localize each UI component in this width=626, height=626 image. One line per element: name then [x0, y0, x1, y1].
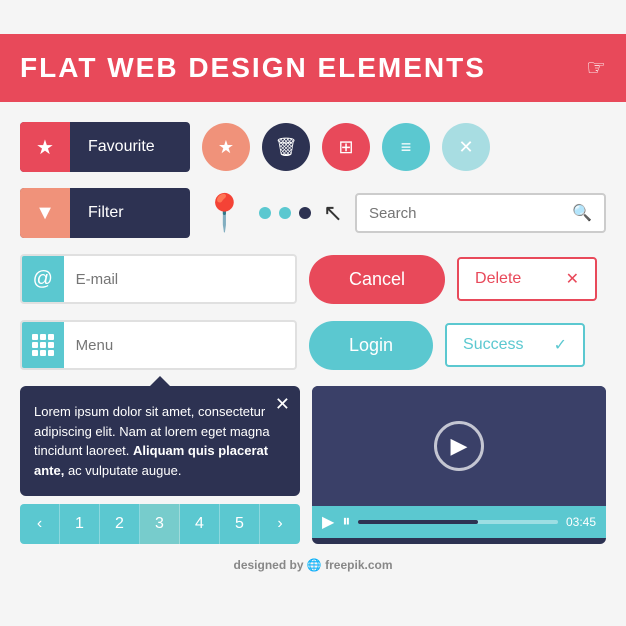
tooltip-text: Lorem ipsum dolor sit amet, consectetur …	[34, 402, 286, 480]
dot-2	[279, 207, 291, 219]
video-progress-bar[interactable]	[358, 520, 558, 524]
tooltip-close-button[interactable]: ✕	[275, 394, 290, 415]
row-4: Login Success ✓	[20, 320, 606, 370]
success-label: Success	[463, 336, 523, 354]
row-2: ▼ Filter 📍 ↖ 🔍	[20, 188, 606, 238]
pagination-page-4[interactable]: 4	[180, 504, 220, 544]
tooltip-card: ✕ Lorem ipsum dolor sit amet, consectetu…	[20, 386, 300, 496]
at-icon: @	[33, 268, 53, 291]
success-button[interactable]: Success ✓	[445, 323, 585, 367]
menu-input-group[interactable]	[20, 320, 297, 370]
x-icon: ✕	[458, 137, 473, 158]
row-3: @ Cancel Delete ✕	[20, 254, 606, 304]
checkmark-icon: ✓	[554, 335, 567, 355]
video-play-control[interactable]: ▶	[322, 512, 334, 532]
dot-1	[259, 207, 271, 219]
main-container: FLAT WEB DESIGN ELEMENTS ☞ ★ Favourite ★…	[0, 34, 626, 592]
video-player: ▶ ▶ ⏸ 03:45	[312, 386, 606, 544]
delete-button[interactable]: Delete ✕	[457, 257, 597, 301]
hamburger-icon: ≡	[401, 137, 412, 158]
grid-dots-icon	[32, 334, 54, 356]
favourite-icon-box: ★	[20, 122, 70, 172]
cursor-icon: ☞	[586, 55, 606, 81]
cancel-button[interactable]: Cancel	[309, 255, 445, 304]
filter-label: Filter	[70, 204, 142, 222]
trash-circle-button[interactable]: 🗑	[262, 123, 310, 171]
search-input[interactable]	[369, 205, 564, 222]
video-time: 03:45	[566, 515, 596, 529]
play-button[interactable]: ▶	[434, 421, 484, 471]
pagination-page-3-active[interactable]: 3	[140, 504, 180, 544]
filter-icon: ▼	[35, 202, 55, 225]
menu-circle-button[interactable]: ≡	[382, 123, 430, 171]
tooltip-arrow	[150, 376, 170, 386]
menu-icon-box	[22, 320, 64, 370]
delete-label: Delete	[475, 270, 521, 288]
delete-x-icon: ✕	[566, 269, 579, 289]
trash-icon: 🗑	[275, 137, 298, 158]
video-progress-fill	[358, 520, 478, 524]
row-1: ★ Favourite ★ 🗑 ⊞ ≡ ✕	[20, 122, 606, 172]
pagination-page-1[interactable]: 1	[60, 504, 100, 544]
footer: designed by 🌐 freepik.com	[0, 558, 626, 572]
favourite-button[interactable]: ★ Favourite	[20, 122, 190, 172]
pagination-next-button[interactable]: ›	[260, 504, 300, 544]
at-icon-box: @	[22, 254, 64, 304]
tooltip-wrapper: ✕ Lorem ipsum dolor sit amet, consectetu…	[20, 386, 300, 496]
search-box[interactable]: 🔍	[355, 193, 606, 233]
filter-button[interactable]: ▼ Filter	[20, 188, 190, 238]
video-screen: ▶	[312, 386, 606, 506]
dots-indicator	[259, 207, 311, 219]
left-bottom: ✕ Lorem ipsum dolor sit amet, consectetu…	[20, 386, 300, 544]
search-icon: 🔍	[572, 203, 592, 223]
grid-icon: ⊞	[338, 137, 353, 158]
pagination: ‹ 1 2 3 4 5 ›	[20, 504, 300, 544]
location-pin-icon: 📍	[202, 192, 247, 234]
pagination-prev-button[interactable]: ‹	[20, 504, 60, 544]
dot-3-active	[299, 207, 311, 219]
bottom-section: ✕ Lorem ipsum dolor sit amet, consectetu…	[0, 386, 626, 544]
content-area: ★ Favourite ★ 🗑 ⊞ ≡ ✕	[0, 102, 626, 370]
star-icon: ★	[36, 135, 54, 160]
favourite-label: Favourite	[70, 138, 173, 156]
star-circle-icon: ★	[218, 137, 234, 158]
play-icon: ▶	[451, 433, 468, 459]
filter-icon-box: ▼	[20, 188, 70, 238]
grid-circle-button[interactable]: ⊞	[322, 123, 370, 171]
pagination-page-2[interactable]: 2	[100, 504, 140, 544]
footer-text: designed by	[234, 558, 307, 572]
video-pause-control[interactable]: ⏸	[342, 513, 350, 531]
header: FLAT WEB DESIGN ELEMENTS ☞	[0, 34, 626, 102]
menu-input[interactable]	[64, 337, 295, 354]
login-button[interactable]: Login	[309, 321, 433, 370]
email-input[interactable]	[64, 271, 295, 288]
arrow-cursor-icon: ↖	[323, 199, 343, 228]
pagination-page-5[interactable]: 5	[220, 504, 260, 544]
star-circle-button[interactable]: ★	[202, 123, 250, 171]
close-circle-button[interactable]: ✕	[442, 123, 490, 171]
email-input-group[interactable]: @	[20, 254, 297, 304]
footer-brand: freepik.com	[325, 558, 392, 572]
page-title: FLAT WEB DESIGN ELEMENTS	[20, 52, 486, 84]
video-controls: ▶ ⏸ 03:45	[312, 506, 606, 538]
